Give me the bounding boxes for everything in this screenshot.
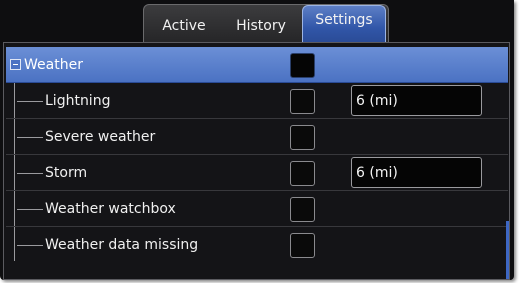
item-checkbox[interactable] bbox=[290, 161, 315, 186]
list-item-lightning[interactable]: Lightning 6 (mi) bbox=[6, 83, 508, 119]
group-row-weather[interactable]: Weather bbox=[6, 47, 508, 83]
scrollbar[interactable] bbox=[506, 221, 509, 279]
list-item-weather-data-missing[interactable]: Weather data missing bbox=[6, 227, 508, 263]
tab-history[interactable]: History bbox=[224, 9, 298, 43]
item-label: Lightning bbox=[45, 93, 111, 109]
settings-list: Weather Lightning 6 (mi) Severe weather … bbox=[3, 42, 510, 280]
tree-branch bbox=[17, 137, 43, 138]
collapse-icon[interactable] bbox=[10, 59, 21, 70]
item-checkbox[interactable] bbox=[290, 125, 315, 150]
list-item-weather-watchbox[interactable]: Weather watchbox bbox=[6, 191, 508, 227]
item-label: Storm bbox=[45, 165, 88, 181]
tree-branch bbox=[17, 245, 43, 246]
group-label: Weather bbox=[24, 57, 83, 73]
tab-bar: Active History Settings bbox=[0, 0, 514, 43]
list-item-storm[interactable]: Storm 6 (mi) bbox=[6, 155, 508, 191]
item-label: Weather data missing bbox=[45, 237, 199, 253]
tab-strip: Active History Settings bbox=[143, 4, 389, 43]
item-label: Severe weather bbox=[45, 129, 156, 145]
distance-field[interactable]: 6 (mi) bbox=[351, 85, 482, 116]
tree-branch bbox=[17, 173, 43, 174]
item-checkbox[interactable] bbox=[290, 197, 315, 222]
distance-field[interactable]: 6 (mi) bbox=[351, 157, 482, 188]
tab-settings[interactable]: Settings bbox=[302, 5, 386, 43]
alarms-window: Active History Settings Weather Lightnin… bbox=[0, 0, 514, 280]
tree-branch bbox=[17, 101, 43, 102]
item-checkbox[interactable] bbox=[290, 233, 315, 258]
tab-active[interactable]: Active bbox=[148, 9, 220, 43]
tree-branch bbox=[17, 209, 43, 210]
list-item-severe-weather[interactable]: Severe weather bbox=[6, 119, 508, 155]
group-checkbox[interactable] bbox=[290, 53, 315, 78]
item-checkbox[interactable] bbox=[290, 89, 315, 114]
item-label: Weather watchbox bbox=[45, 201, 176, 217]
